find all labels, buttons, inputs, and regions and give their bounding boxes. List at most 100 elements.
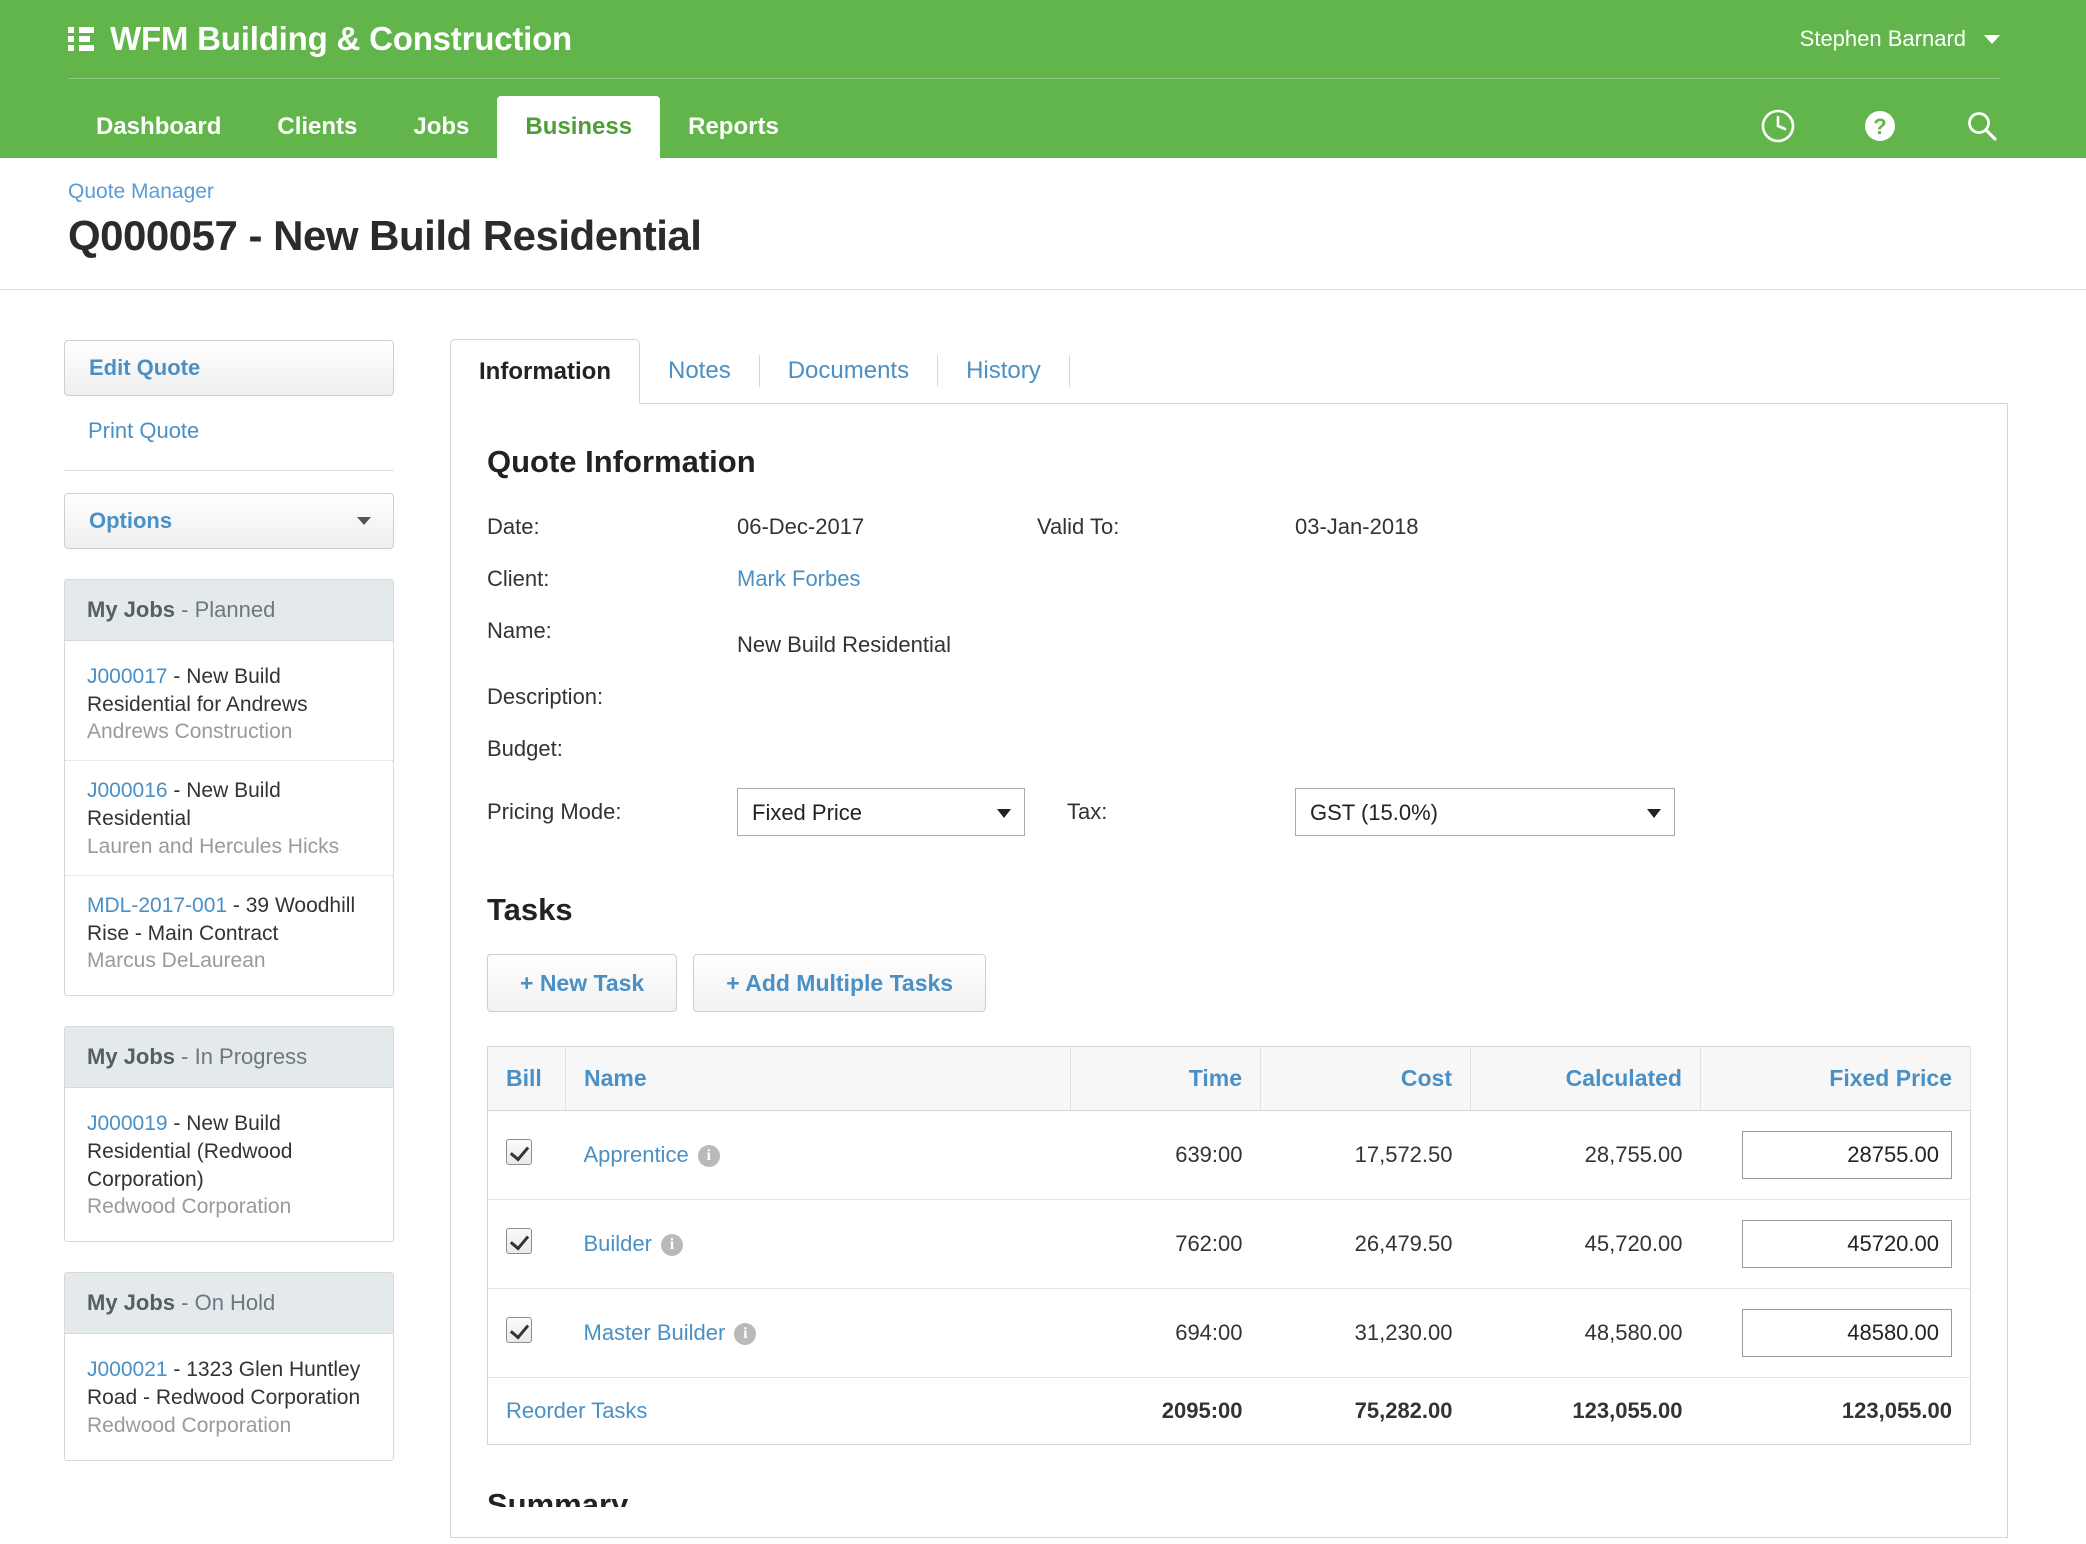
job-client: Redwood Corporation bbox=[87, 1413, 292, 1437]
nav-item-jobs[interactable]: Jobs bbox=[385, 96, 497, 158]
user-name: Stephen Barnard bbox=[1799, 26, 1966, 51]
field-row-client: Client: Mark Forbes bbox=[487, 566, 1971, 592]
nav-item-clients[interactable]: Clients bbox=[249, 96, 385, 158]
task-actions: + New Task + Add Multiple Tasks bbox=[487, 954, 1971, 1012]
reorder-tasks-link[interactable]: Reorder Tasks bbox=[506, 1398, 647, 1423]
client-link[interactable]: Mark Forbes bbox=[737, 566, 1037, 592]
pricing-mode-select[interactable]: Fixed Price bbox=[737, 788, 1025, 836]
options-dropdown[interactable]: Options bbox=[64, 493, 394, 549]
quote-information-grid: Date: 06-Dec-2017 Valid To: 03-Jan-2018 … bbox=[487, 514, 1971, 836]
list-item[interactable]: J000017 - New Build Residential for Andr… bbox=[65, 647, 393, 760]
field-row-pricing-mode: Pricing Mode: Fixed Price Tax: GST (15.0… bbox=[487, 788, 1971, 836]
name-label: Name: bbox=[487, 618, 552, 643]
info-icon[interactable]: i bbox=[697, 1145, 720, 1167]
budget-label: Budget: bbox=[487, 736, 563, 761]
panel-title-main: My Jobs bbox=[87, 1290, 176, 1316]
reorder-cell: Reorder Tasks bbox=[488, 1378, 1071, 1445]
section-title-quote-information: Quote Information bbox=[487, 444, 756, 479]
nav-item-dashboard[interactable]: Dashboard bbox=[68, 96, 249, 158]
name-value: New Build Residential bbox=[737, 632, 951, 657]
sidebar-divider bbox=[64, 470, 394, 471]
description-label: Description: bbox=[487, 684, 604, 709]
field-row-date: Date: 06-Dec-2017 Valid To: 03-Jan-2018 bbox=[487, 514, 1971, 540]
time-total: 2095:00 bbox=[1161, 1398, 1243, 1423]
panel-title-main: My Jobs bbox=[87, 1044, 176, 1070]
fixed-price-total: 123,055.00 bbox=[1841, 1398, 1952, 1423]
cost-cell: 26,479.50 bbox=[1260, 1199, 1471, 1289]
page-header: Quote Manager Q000057 - New Build Reside… bbox=[0, 158, 2086, 290]
table-row: Builder i 762:00 26,479.50 45,720.00 bbox=[487, 1199, 1971, 1289]
calculated-cell: 48,580.00 bbox=[1470, 1288, 1701, 1378]
print-quote-link[interactable]: Print Quote bbox=[64, 396, 394, 466]
info-icon[interactable]: i bbox=[660, 1234, 683, 1256]
job-id-link[interactable]: MDL-2017-001 bbox=[87, 894, 227, 917]
information-panel: Quote Information Date: 06-Dec-2017 Vali… bbox=[450, 404, 2008, 1538]
brand-title: WFM Building & Construction bbox=[110, 20, 573, 57]
nav-item-reports[interactable]: Reports bbox=[660, 96, 807, 158]
fixed-price-cell bbox=[1700, 1199, 1971, 1289]
panel-my-jobs-in-progress: My Jobs - In Progress J000019 - New Buil… bbox=[64, 1026, 394, 1243]
task-name-link[interactable]: Apprentice bbox=[584, 1142, 689, 1167]
name-cell: Builder i bbox=[565, 1199, 1071, 1289]
valid-to-value: 03-Jan-2018 bbox=[1295, 514, 1419, 539]
tasks-table: Bill Name Time Cost Calculated Fixed Pri… bbox=[487, 1046, 1971, 1445]
job-id-link[interactable]: J000019 bbox=[87, 1112, 168, 1135]
tab-history[interactable]: History bbox=[938, 339, 1069, 403]
table-header-row: Bill Name Time Cost Calculated Fixed Pri… bbox=[487, 1046, 1971, 1111]
bill-checkbox[interactable] bbox=[506, 1317, 532, 1343]
help-icon[interactable]: ? bbox=[1862, 108, 1898, 144]
column-header-time[interactable]: Time bbox=[1070, 1046, 1261, 1111]
job-id-link[interactable]: J000017 bbox=[87, 665, 168, 688]
tax-select[interactable]: GST (15.0%) bbox=[1295, 788, 1675, 836]
job-id-link[interactable]: J000021 bbox=[87, 1358, 168, 1381]
bill-checkbox[interactable] bbox=[506, 1139, 532, 1165]
tab-notes[interactable]: Notes bbox=[640, 339, 759, 403]
field-row-budget: Budget: bbox=[487, 736, 1971, 762]
panel-my-jobs-on-hold: My Jobs - On Hold J000021 - 1323 Glen Hu… bbox=[64, 1272, 394, 1461]
panel-my-jobs-planned: My Jobs - Planned J000017 - New Build Re… bbox=[64, 579, 394, 997]
job-id-link[interactable]: J000016 bbox=[87, 779, 168, 802]
fixed-price-input[interactable] bbox=[1742, 1131, 1952, 1179]
panel-body: J000019 - New Build Residential (Redwood… bbox=[65, 1088, 393, 1241]
column-header-name[interactable]: Name bbox=[565, 1046, 1071, 1111]
tax-label: Tax: bbox=[1067, 799, 1108, 824]
time-cell: 639:00 bbox=[1070, 1110, 1261, 1200]
date-value: 06-Dec-2017 bbox=[737, 514, 865, 539]
fixed-price-input[interactable] bbox=[1742, 1220, 1952, 1268]
svg-text:?: ? bbox=[1873, 114, 1886, 139]
panel-title-sub: - Planned bbox=[175, 597, 276, 622]
table-row: Apprentice i 639:00 17,572.50 28,755.00 bbox=[487, 1110, 1971, 1200]
search-icon[interactable] bbox=[1964, 108, 2000, 144]
fixed-price-input[interactable] bbox=[1742, 1309, 1952, 1357]
field-row-name: Name: New Build Residential bbox=[487, 618, 1971, 658]
new-task-button[interactable]: + New Task bbox=[487, 954, 678, 1012]
clock-icon[interactable] bbox=[1760, 108, 1796, 144]
list-icon[interactable] bbox=[68, 27, 94, 51]
task-name-link[interactable]: Master Builder bbox=[584, 1320, 726, 1345]
list-item[interactable]: J000021 - 1323 Glen Huntley Road - Redwo… bbox=[65, 1340, 393, 1453]
bill-checkbox[interactable] bbox=[506, 1228, 532, 1254]
column-header-calculated[interactable]: Calculated bbox=[1470, 1046, 1701, 1111]
task-name-link[interactable]: Builder bbox=[584, 1231, 652, 1256]
list-item[interactable]: J000016 - New Build Residential Lauren a… bbox=[65, 760, 393, 874]
info-icon[interactable]: i bbox=[734, 1323, 757, 1345]
panel-title: My Jobs - In Progress bbox=[65, 1027, 393, 1089]
column-header-cost[interactable]: Cost bbox=[1260, 1046, 1471, 1111]
column-header-bill[interactable]: Bill bbox=[487, 1046, 566, 1111]
add-multiple-tasks-button[interactable]: + Add Multiple Tasks bbox=[693, 954, 987, 1012]
user-menu[interactable]: Stephen Barnard bbox=[1800, 0, 2000, 78]
job-client: Lauren and Hercules Hicks bbox=[87, 834, 340, 858]
content-tabs: Information Notes Documents History bbox=[450, 339, 2008, 404]
panel-title: My Jobs - Planned bbox=[65, 580, 393, 641]
column-header-fixed-price[interactable]: Fixed Price bbox=[1700, 1046, 1971, 1111]
tax-select-wrap: GST (15.0%) bbox=[1295, 788, 1675, 836]
list-item[interactable]: J000019 - New Build Residential (Redwood… bbox=[65, 1094, 393, 1235]
tab-information[interactable]: Information bbox=[450, 339, 640, 404]
panel-body: J000017 - New Build Residential for Andr… bbox=[65, 641, 393, 995]
nav-item-business[interactable]: Business bbox=[497, 96, 661, 158]
panel-title-sub: - On Hold bbox=[175, 1290, 276, 1316]
edit-quote-button[interactable]: Edit Quote bbox=[64, 340, 394, 396]
breadcrumb[interactable]: Quote Manager bbox=[68, 180, 214, 204]
tab-documents[interactable]: Documents bbox=[760, 339, 937, 403]
list-item[interactable]: MDL-2017-001 - 39 Woodhill Rise - Main C… bbox=[65, 874, 393, 989]
